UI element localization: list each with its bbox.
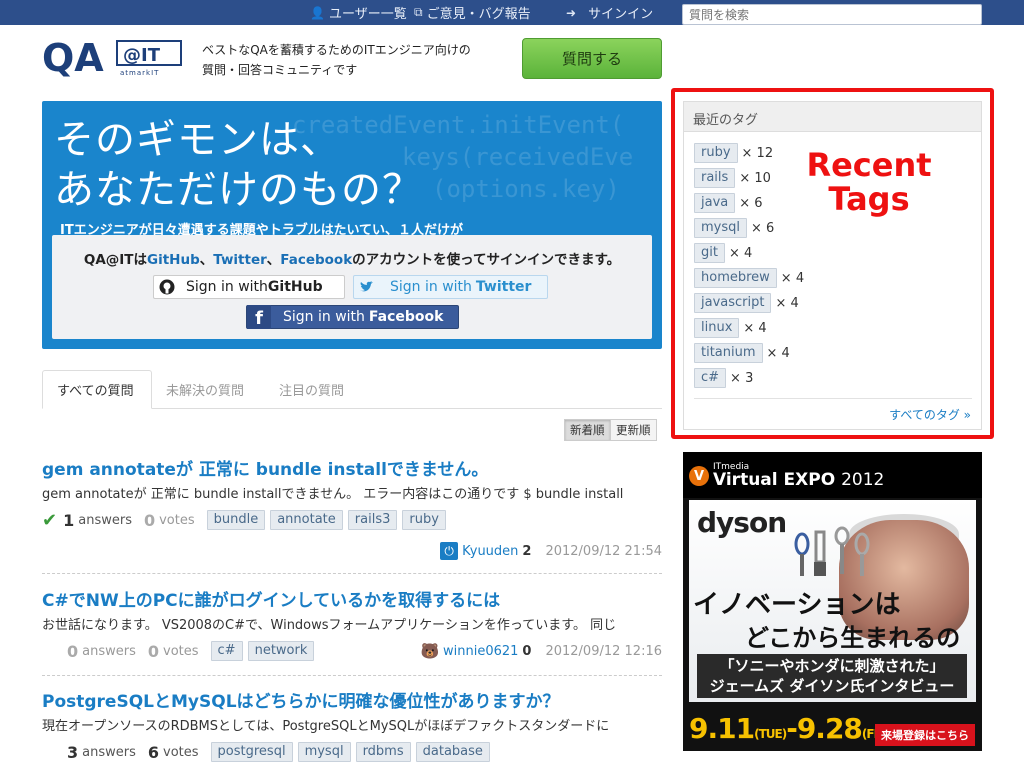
user-icon: 👤 — [310, 5, 325, 20]
ask-question-button[interactable]: 質問する — [522, 38, 662, 79]
ad-quote: 「ソニーやホンダに刺激された」 ジェームズ ダイソン氏インタビュー — [697, 654, 967, 698]
question-tag[interactable]: postgresql — [210, 742, 293, 762]
signin-panel: QA@ITはGitHub、Twitter、Facebookのアカウントを使ってサ… — [52, 235, 652, 339]
question-excerpt: gem annotateが 正常に bundle installできません。 エ… — [42, 487, 624, 502]
logo-sub-text: @IT — [123, 45, 161, 66]
qa-atmarkit-logo[interactable]: QA @IT atmarkIT — [42, 36, 187, 80]
vote-count: 0 — [147, 641, 160, 661]
tab-featured-questions[interactable]: 注目の質問 — [265, 370, 358, 409]
author-reputation: 2 — [522, 543, 532, 559]
site-tagline: ベストなQAを蓄積するためのITエンジニア向けの 質問・回答コミュニティです — [202, 40, 512, 80]
answer-count: 3 — [67, 742, 79, 762]
feedback-link[interactable]: ⧉ ご意見・バグ報告 — [414, 0, 531, 25]
accepted-check-icon: ✔ — [42, 509, 58, 531]
search-input[interactable] — [682, 4, 982, 25]
external-link-icon: ⧉ — [414, 5, 423, 19]
hero-banner: createdEvent.initEvent(keys(receivedEve(… — [42, 101, 662, 349]
question-item: PostgreSQLとMySQLはどちらかに明確な優位性がありますか？ 現在オー… — [42, 687, 662, 767]
question-tabs: すべての質問 未解決の質問 注目の質問 — [42, 370, 662, 409]
sort-newest-button[interactable]: 新着順 — [564, 419, 611, 441]
tab-unsolved-questions[interactable]: 未解決の質問 — [152, 370, 258, 409]
users-link-label: ユーザー一覧 — [328, 7, 407, 22]
avatar[interactable]: ⏻ — [440, 542, 459, 560]
question-author: 🐻 winnie0621 0 2012/09/12 12:16 — [421, 641, 662, 661]
question-tag[interactable]: mysql — [297, 742, 351, 762]
question-meta: ✔ 1 answers 0 votes bundle annotate rail… — [42, 509, 451, 531]
ad-dates: 9.11(TUE)-9.28(FRI) — [689, 712, 891, 745]
author-name[interactable]: winnie0621 — [443, 644, 518, 659]
question-tag[interactable]: annotate — [270, 510, 343, 530]
twitter-bird-icon — [354, 280, 380, 294]
logo-main-text: QA — [42, 38, 104, 78]
logo-small-text: atmarkIT — [120, 69, 159, 77]
ad-expo-title: Virtual EXPO 2012 — [713, 470, 885, 490]
votes-label: votes — [159, 512, 195, 528]
github-icon — [154, 279, 180, 295]
signin-twitter-button[interactable]: Sign in with Twitter — [353, 275, 548, 299]
ad-register-button[interactable]: 来場登録はこちら — [875, 724, 975, 746]
question-tag[interactable]: rails3 — [347, 510, 398, 530]
question-meta: 0 answers 0 votes c# network — [42, 641, 319, 661]
answers-label: answers — [82, 643, 136, 659]
divider — [42, 573, 662, 574]
answer-count: 1 — [63, 510, 75, 530]
top-navbar: 👤 ユーザー一覧 ⧉ ご意見・バグ報告 ➜ サインイン — [0, 0, 1024, 25]
question-date: 2012/09/12 12:16 — [545, 643, 662, 659]
signin-link-label: サインイン — [588, 7, 654, 22]
question-title[interactable]: gem annotateが 正常に bundle installできません。 — [42, 455, 662, 480]
vote-count: 0 — [143, 510, 156, 530]
signin-facebook-button[interactable]: f Sign in with Facebook — [246, 305, 459, 329]
question-tag[interactable]: database — [415, 742, 490, 762]
dyson-logo: dyson — [697, 506, 787, 539]
question-title[interactable]: PostgreSQLとMySQLはどちらかに明確な優位性がありますか？ — [42, 687, 662, 712]
question-date: 2012/09/12 21:54 — [545, 543, 662, 559]
question-excerpt: お世話になります。 VS2008のC#で、Windowsフォームアプリケーション… — [42, 618, 617, 633]
ad-panel: dyson イノベーションは どこから生まれるのか？ 「ソニーやホンダに刺激され… — [689, 500, 976, 702]
users-link[interactable]: 👤 ユーザー一覧 — [310, 0, 407, 25]
ad-headline-line1: イノベーションは — [693, 590, 901, 620]
annotation-label: Recent Tags — [806, 146, 932, 218]
facebook-icon: f — [247, 305, 271, 329]
votes-label: votes — [163, 744, 199, 760]
annotation-highlight-box — [671, 88, 994, 439]
vote-count: 6 — [147, 742, 160, 762]
question-meta: 3 answers 6 votes postgresql mysql rdbms… — [42, 742, 495, 762]
author-name[interactable]: Kyuuden — [462, 544, 518, 559]
divider — [42, 675, 662, 676]
answers-label: answers — [78, 512, 132, 528]
signin-link[interactable]: ➜ サインイン — [566, 0, 653, 25]
signin-icon: ➜ — [566, 5, 577, 20]
votes-label: votes — [163, 643, 199, 659]
itmedia-v-logo: V — [689, 466, 709, 486]
tab-all-questions[interactable]: すべての質問 — [42, 370, 152, 409]
author-reputation: 0 — [522, 643, 532, 659]
question-tag[interactable]: ruby — [402, 510, 446, 530]
question-tag[interactable]: c# — [210, 641, 243, 661]
question-title[interactable]: C#でNW上のPCに誰がログインしているかを取得するには — [42, 586, 662, 611]
feedback-link-label: ご意見・バグ報告 — [426, 7, 531, 22]
question-tag[interactable]: rdbms — [355, 742, 411, 762]
question-item: gem annotateが 正常に bundle installできません。 g… — [42, 455, 662, 575]
question-item: C#でNW上のPCに誰がログインしているかを取得するには お世話になります。 V… — [42, 586, 662, 686]
sort-updated-button[interactable]: 更新順 — [611, 419, 657, 441]
question-tag[interactable]: bundle — [206, 510, 266, 530]
virtual-expo-ad-banner[interactable]: V ITmedia Virtual EXPO 2012 dyson イノベーショ… — [683, 452, 982, 751]
question-author: ⏻ Kyuuden 2 2012/09/12 21:54 — [440, 541, 662, 561]
tagline-line2: 質問・回答コミュニティです — [202, 63, 358, 77]
ad-header: V ITmedia Virtual EXPO 2012 — [683, 452, 982, 498]
answer-count: 0 — [67, 641, 79, 661]
avatar[interactable]: 🐻 — [421, 642, 440, 660]
tagline-line1: ベストなQAを蓄積するためのITエンジニア向けの — [202, 43, 471, 57]
answers-label: answers — [82, 744, 136, 760]
signin-github-button[interactable]: Sign in with GitHub — [153, 275, 345, 299]
fan-products-icon — [794, 526, 870, 576]
hero-headline: そのギモンは、 あなただけのもの？ — [54, 117, 423, 213]
question-excerpt: 現在オープンソースのRDBMSとしては、PostgreSQLとMySQLがほぼデ… — [42, 719, 610, 734]
question-tag[interactable]: network — [247, 641, 315, 661]
signin-message: QA@ITはGitHub、Twitter、Facebookのアカウントを使ってサ… — [83, 252, 621, 268]
